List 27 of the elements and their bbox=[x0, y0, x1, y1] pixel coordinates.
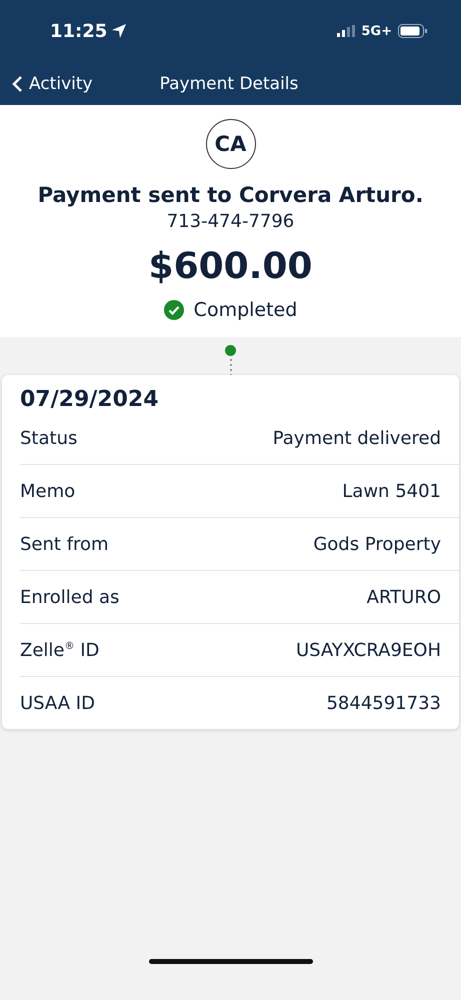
location-arrow-icon bbox=[111, 23, 128, 39]
detail-label: Zelle$^{®}$ ID bbox=[20, 640, 100, 660]
detail-value: ARTURO bbox=[366, 586, 441, 608]
detail-value: Lawn 5401 bbox=[342, 480, 441, 502]
detail-value: Gods Property bbox=[313, 534, 441, 554]
page-title: Payment Details bbox=[160, 74, 298, 94]
network-label: 5G+ bbox=[361, 24, 392, 38]
phone-number: 713-474-7796 bbox=[166, 211, 294, 232]
detail-label: Enrolled as bbox=[20, 586, 120, 608]
detail-value: 5844591733 bbox=[326, 692, 441, 714]
status-label: Completed bbox=[194, 299, 298, 321]
payment-headline: Payment sent to Corvera Arturo. bbox=[38, 183, 424, 207]
detail-value: Payment delivered bbox=[272, 428, 441, 448]
detail-value: USAYXCRA9EOH bbox=[296, 640, 441, 660]
detail-label: Memo bbox=[20, 480, 76, 502]
battery-icon bbox=[398, 24, 427, 38]
back-chevron-icon bbox=[12, 74, 23, 92]
back-button[interactable]: Activity bbox=[12, 74, 93, 94]
detail-label: Status bbox=[20, 428, 78, 448]
clock-time: 11:25 bbox=[50, 20, 108, 42]
signal-icon bbox=[337, 25, 356, 37]
timeline-dot bbox=[225, 345, 236, 356]
payment-amount: $600.00 bbox=[148, 246, 312, 287]
detail-label: USAA ID bbox=[20, 692, 95, 714]
payment-date: 07/29/2024 bbox=[20, 387, 160, 412]
detail-label: Sent from bbox=[20, 534, 109, 554]
avatar: CA bbox=[206, 119, 256, 169]
